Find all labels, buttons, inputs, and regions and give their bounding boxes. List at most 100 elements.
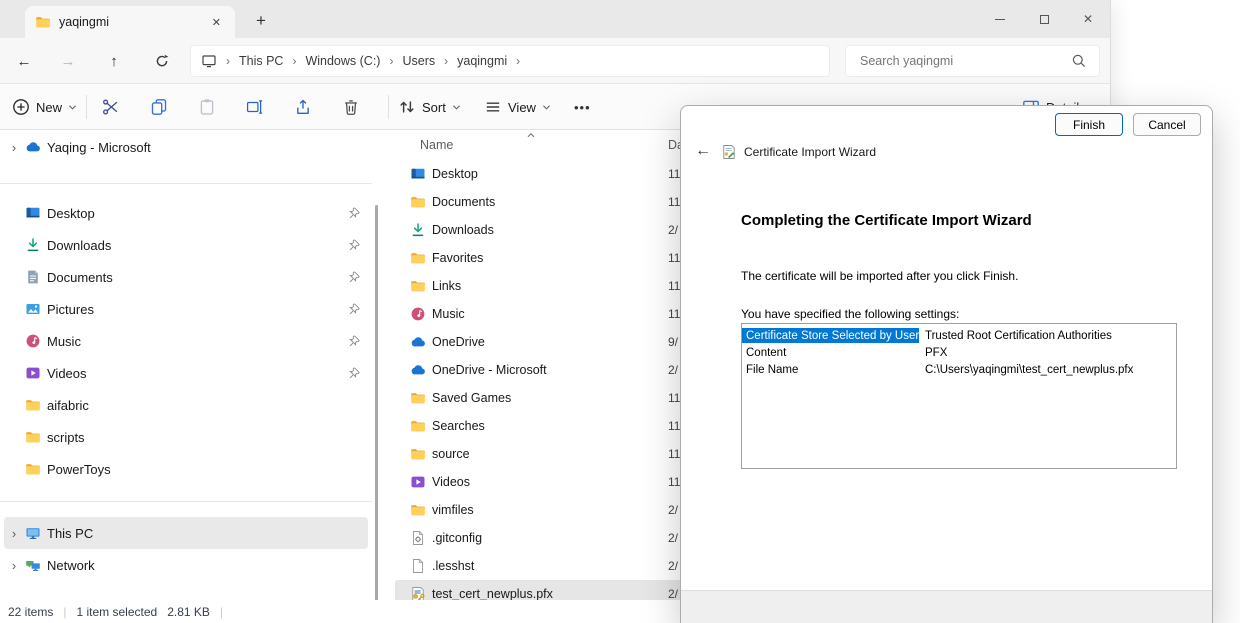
breadcrumb-item-windows-c[interactable]: Windows (C:) bbox=[305, 54, 380, 68]
minimize-icon bbox=[995, 19, 1005, 20]
file-date: 2/ bbox=[668, 531, 678, 545]
delete-button[interactable] bbox=[342, 84, 360, 130]
sidebar-item-desktop[interactable]: Desktop bbox=[0, 197, 372, 229]
breadcrumb-item-users[interactable]: Users bbox=[402, 54, 435, 68]
refresh-button[interactable] bbox=[146, 45, 178, 77]
column-header-name[interactable]: Name bbox=[420, 138, 453, 152]
setting-value: C:\Users\yaqingmi\test_cert_newplus.pfx bbox=[919, 364, 1133, 376]
network-icon bbox=[25, 557, 41, 573]
share-button[interactable] bbox=[294, 84, 312, 130]
music-icon bbox=[410, 306, 426, 322]
finish-button[interactable]: Finish bbox=[1055, 113, 1123, 136]
dialog-footer bbox=[681, 590, 1212, 623]
onedrive-icon bbox=[25, 139, 41, 155]
tab-close-icon[interactable]: ✕ bbox=[208, 14, 225, 31]
status-divider: | bbox=[63, 605, 66, 619]
chevron-right-icon[interactable]: › bbox=[7, 526, 21, 541]
onedrive-icon bbox=[410, 334, 426, 350]
breadcrumb[interactable]: › This PC › Windows (C:) › Users › yaqin… bbox=[190, 45, 830, 77]
sidebar-item-powertoys[interactable]: PowerToys bbox=[0, 453, 372, 485]
this-pc-icon bbox=[201, 53, 217, 69]
breadcrumb-item-this-pc[interactable]: This PC bbox=[239, 54, 283, 68]
onedrive-icon bbox=[410, 362, 426, 378]
sidebar-item-label: Network bbox=[47, 558, 95, 573]
breadcrumb-separator: › bbox=[516, 54, 520, 68]
sort-ascending-icon bbox=[526, 132, 536, 139]
more-options-button[interactable]: ••• bbox=[574, 84, 591, 130]
file-date: 2/ bbox=[668, 363, 678, 377]
this-pc-icon bbox=[25, 525, 41, 541]
chevron-right-icon[interactable]: › bbox=[7, 140, 21, 155]
new-tab-button[interactable]: + bbox=[247, 7, 275, 35]
sidebar-item-downloads[interactable]: Downloads bbox=[0, 229, 372, 261]
sidebar-item-label: Music bbox=[47, 334, 81, 349]
sidebar-item-videos[interactable]: Videos bbox=[0, 357, 372, 389]
dialog-title-row: Certificate Import Wizard bbox=[721, 144, 876, 160]
breadcrumb-separator: › bbox=[226, 54, 230, 68]
sidebar-item-onedrive[interactable]: › Yaqing - Microsoft bbox=[0, 131, 372, 163]
breadcrumb-item-yaqingmi[interactable]: yaqingmi bbox=[457, 54, 507, 68]
toolbar-divider bbox=[86, 95, 87, 119]
settings-row[interactable]: Content PFX bbox=[742, 344, 1176, 361]
paste-button bbox=[198, 84, 216, 130]
sidebar-item-label: Documents bbox=[47, 270, 113, 285]
sidebar-item-network[interactable]: › Network bbox=[0, 549, 372, 581]
sidebar-item-this-pc[interactable]: › This PC bbox=[4, 517, 368, 549]
sidebar-item-pictures[interactable]: Pictures bbox=[0, 293, 372, 325]
tab-strip: yaqingmi ✕ + ✕ bbox=[0, 0, 1110, 38]
sidebar-item-aifabric[interactable]: aifabric bbox=[0, 389, 372, 421]
downloads-icon bbox=[25, 237, 41, 253]
search-input[interactable] bbox=[858, 53, 1071, 69]
folder-icon bbox=[410, 194, 426, 210]
sidebar-item-scripts[interactable]: scripts bbox=[0, 421, 372, 453]
copy-button[interactable] bbox=[150, 84, 168, 130]
sort-button[interactable]: Sort bbox=[398, 84, 461, 130]
close-button[interactable]: ✕ bbox=[1066, 0, 1110, 38]
file-name: Searches bbox=[432, 419, 485, 433]
explorer-tab[interactable]: yaqingmi ✕ bbox=[25, 6, 235, 38]
settings-row[interactable]: File Name C:\Users\yaqingmi\test_cert_ne… bbox=[742, 361, 1176, 378]
dialog-back-icon[interactable]: ← bbox=[695, 142, 711, 160]
folder-icon bbox=[25, 461, 41, 477]
toolbar-divider bbox=[388, 95, 389, 119]
sidebar-divider bbox=[0, 501, 372, 502]
file-name: OneDrive - Microsoft bbox=[432, 363, 547, 377]
file-name: Videos bbox=[432, 475, 470, 489]
navigation-pane: › Yaqing - Microsoft Desktop Downloads D… bbox=[0, 131, 372, 581]
desktop-icon bbox=[25, 205, 41, 221]
breadcrumb-separator: › bbox=[292, 54, 296, 68]
sidebar-item-music[interactable]: Music bbox=[0, 325, 372, 357]
rename-button[interactable] bbox=[246, 84, 264, 130]
search-box[interactable] bbox=[845, 45, 1100, 77]
sidebar-item-label: Desktop bbox=[47, 206, 95, 221]
back-button[interactable]: ← bbox=[8, 45, 40, 77]
status-divider: | bbox=[220, 605, 223, 619]
view-button-label: View bbox=[508, 100, 536, 115]
folder-icon bbox=[410, 446, 426, 462]
window-controls: ✕ bbox=[978, 0, 1110, 38]
folder-icon bbox=[25, 429, 41, 445]
sidebar-divider bbox=[0, 183, 372, 184]
up-button[interactable]: ↑ bbox=[98, 45, 130, 77]
new-button[interactable]: New bbox=[12, 84, 77, 130]
settings-row[interactable]: Certificate Store Selected by User Trust… bbox=[742, 327, 1176, 344]
maximize-button[interactable] bbox=[1022, 0, 1066, 38]
cancel-button[interactable]: Cancel bbox=[1133, 113, 1201, 136]
selection-count: 1 item selected bbox=[76, 605, 157, 619]
setting-key: Content bbox=[742, 345, 919, 360]
chevron-right-icon[interactable]: › bbox=[7, 558, 21, 573]
item-count: 22 items bbox=[8, 605, 53, 619]
share-icon bbox=[294, 98, 312, 116]
cut-button[interactable] bbox=[102, 84, 120, 130]
sidebar-item-label: Videos bbox=[47, 366, 87, 381]
sidebar-item-label: Yaqing - Microsoft bbox=[47, 140, 151, 155]
sidebar-item-documents[interactable]: Documents bbox=[0, 261, 372, 293]
file-name: .lesshst bbox=[432, 559, 474, 573]
search-icon[interactable] bbox=[1071, 53, 1087, 69]
view-button[interactable]: View bbox=[484, 84, 551, 130]
view-lines-icon bbox=[484, 98, 502, 116]
minimize-button[interactable] bbox=[978, 0, 1022, 38]
file-name: Documents bbox=[432, 195, 495, 209]
sidebar-scrollbar[interactable] bbox=[375, 205, 378, 603]
pin-icon bbox=[348, 239, 361, 252]
